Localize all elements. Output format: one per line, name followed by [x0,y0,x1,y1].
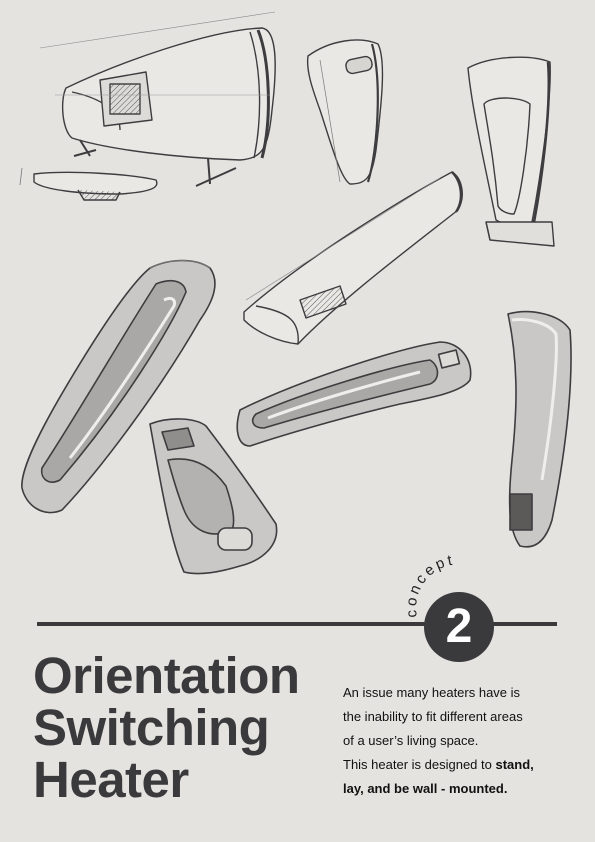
description-line-4: This heater is designed to stand, [343,753,583,777]
description-line-4-plain: This heater is designed to [343,757,496,772]
description-line-2: the inability to fit different areas [343,709,523,724]
description-line-5: lay, and be wall - mounted. [343,781,508,796]
title-line-3: Heater [33,751,189,808]
page-title: Orientation Switching Heater [33,650,300,806]
sketch-rendered-horizontal [236,341,472,447]
title-line-1: Orientation [33,647,300,704]
sketch-tower-heater [467,56,555,247]
description-line-1: An issue many heaters have is [343,685,521,700]
sketch-wide-heater [19,11,276,201]
concept-number: 2 [445,600,473,653]
description-line-3: of a user’s living space. [343,733,479,748]
heater-sketches [19,11,572,575]
concept-page: concept 2 Orientation Switching Heater A… [0,0,595,842]
title-line-2: Switching [33,699,270,756]
description: An issue many heaters have is the inabil… [343,681,583,801]
sketch-lying-heater [243,171,463,345]
sketch-upright-block [306,39,384,185]
sketch-rendered-vertical [507,310,572,548]
concept-number-badge: 2 [424,592,494,662]
description-line-4-bold: stand, [495,757,534,772]
